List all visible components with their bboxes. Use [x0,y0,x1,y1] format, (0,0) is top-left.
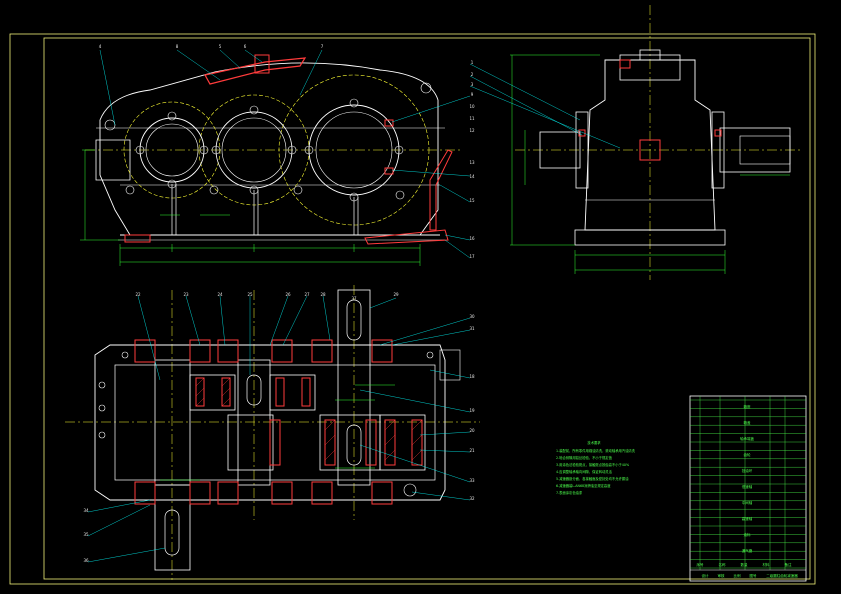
balloon-label: 16 [469,236,475,241]
tech-note-line: 2.啮合侧隙用铅丝检验，不小于规定值 [556,455,613,460]
balloon-label: 27 [304,292,310,297]
balloon-label: 22 [135,292,141,297]
title-block: 箱座箱盖轴承端盖齿轮挡油环低速轴中间轴高速轴油标通气器序号 名称 数量 材料 备注设计 审… [689,395,807,582]
balloon-label: 5 [219,44,222,49]
title-block-footer: 二级圆柱齿轮减速器 [766,573,798,578]
front-view [80,49,471,266]
tech-note-line: 5.减速器剖分面、各接触面及密封处均不允许漏油 [556,476,629,481]
parts-list-header: 名称 [719,562,727,567]
side-view [469,5,800,280]
balloon-label: 13 [469,160,475,165]
balloon-label: 6 [244,44,247,49]
parts-list-header: 备注 [785,562,793,567]
balloon-label: 24 [217,292,223,297]
balloon-label: 34 [83,508,89,513]
balloon-label: 14 [469,174,475,179]
parts-list-header: 材料 [763,562,771,567]
balloon-label: 2 [471,72,474,77]
balloon-label: 25 [247,292,253,297]
tech-note-line: 4.应调整轴承轴向间隙，保证转动灵活 [556,469,613,474]
balloon-label: 9 [471,92,474,97]
balloon-label: 32 [469,496,475,501]
parts-list-header: 数量 [741,562,749,567]
drawing-frame [9,33,816,585]
tech-note-line: 7.表面涂灰色油漆 [556,490,583,495]
parts-list-entry: 轴承端盖 [740,436,754,441]
balloon-label: 1 [471,60,474,65]
parts-list-entry: 低速轴 [742,484,753,489]
balloon-label: 33 [469,478,475,483]
balloon-label: 28 [320,292,326,297]
balloon-label: 35 [83,532,89,537]
title-block-footer: 设计 [702,573,710,578]
parts-list-entry: 挡油环 [742,468,753,473]
tech-note-line: 1.装配前，所有零件用煤油清洗，滚动轴承用汽油清洗 [556,448,636,453]
parts-list-entry: 中间轴 [742,500,753,505]
balloon-label: 3 [471,82,474,87]
balloon-label: 19 [469,408,475,413]
balloon-label: 11 [469,116,475,121]
title-block-footer: 图号 [750,573,758,578]
balloon-label: 26 [285,292,291,297]
parts-list-entry: 箱盖 [744,420,752,425]
balloon-label: 15 [469,198,475,203]
balloon-label: 7 [321,44,324,49]
balloon-label: 37 [351,296,357,301]
tech-note-line: 3.用涂色法检验斑点，接触斑点按齿高不小于40% [556,462,629,467]
balloon-label: 8 [176,44,179,49]
parts-list-entry: 高速轴 [742,516,753,521]
tech-notes-heading: 技术要求 [587,440,601,445]
balloon-label: 12 [469,128,475,133]
balloon-label: 4 [99,44,102,49]
parts-list-entry: 箱座 [744,404,752,409]
balloon-label: 17 [469,254,475,259]
title-block-footer: 比例 [734,573,742,578]
balloon-label: 10 [469,104,475,109]
balloon-label: 20 [469,428,475,433]
title-block-footer: 审核 [718,573,726,578]
balloon-label: 29 [393,292,399,297]
technical-notes: 技术要求 1.装配前，所有零件用煤油清洗，滚动轴承用汽油清洗 2.啮合侧隙用铅丝检… [556,440,636,495]
tech-note-line: 6.减速器装L-AN68润滑油至规定高度 [556,483,611,488]
parts-list-entry: 油标 [744,532,752,537]
balloon-label: 36 [83,558,89,563]
balloon-label: 31 [469,326,475,331]
balloon-label: 18 [469,374,475,379]
parts-list-entry: 齿轮 [744,452,752,457]
cad-drawing-canvas: 4 8 5 6 79101112131415161712322 23 24 25 26 27 28 2… [9,5,816,585]
balloon-label: 21 [469,448,475,453]
balloon-label: 30 [469,314,475,319]
parts-list-entry: 通气器 [742,548,753,553]
plan-section-view [65,285,480,580]
parts-list-header: 序号 [697,562,705,567]
balloon-label: 23 [183,292,189,297]
